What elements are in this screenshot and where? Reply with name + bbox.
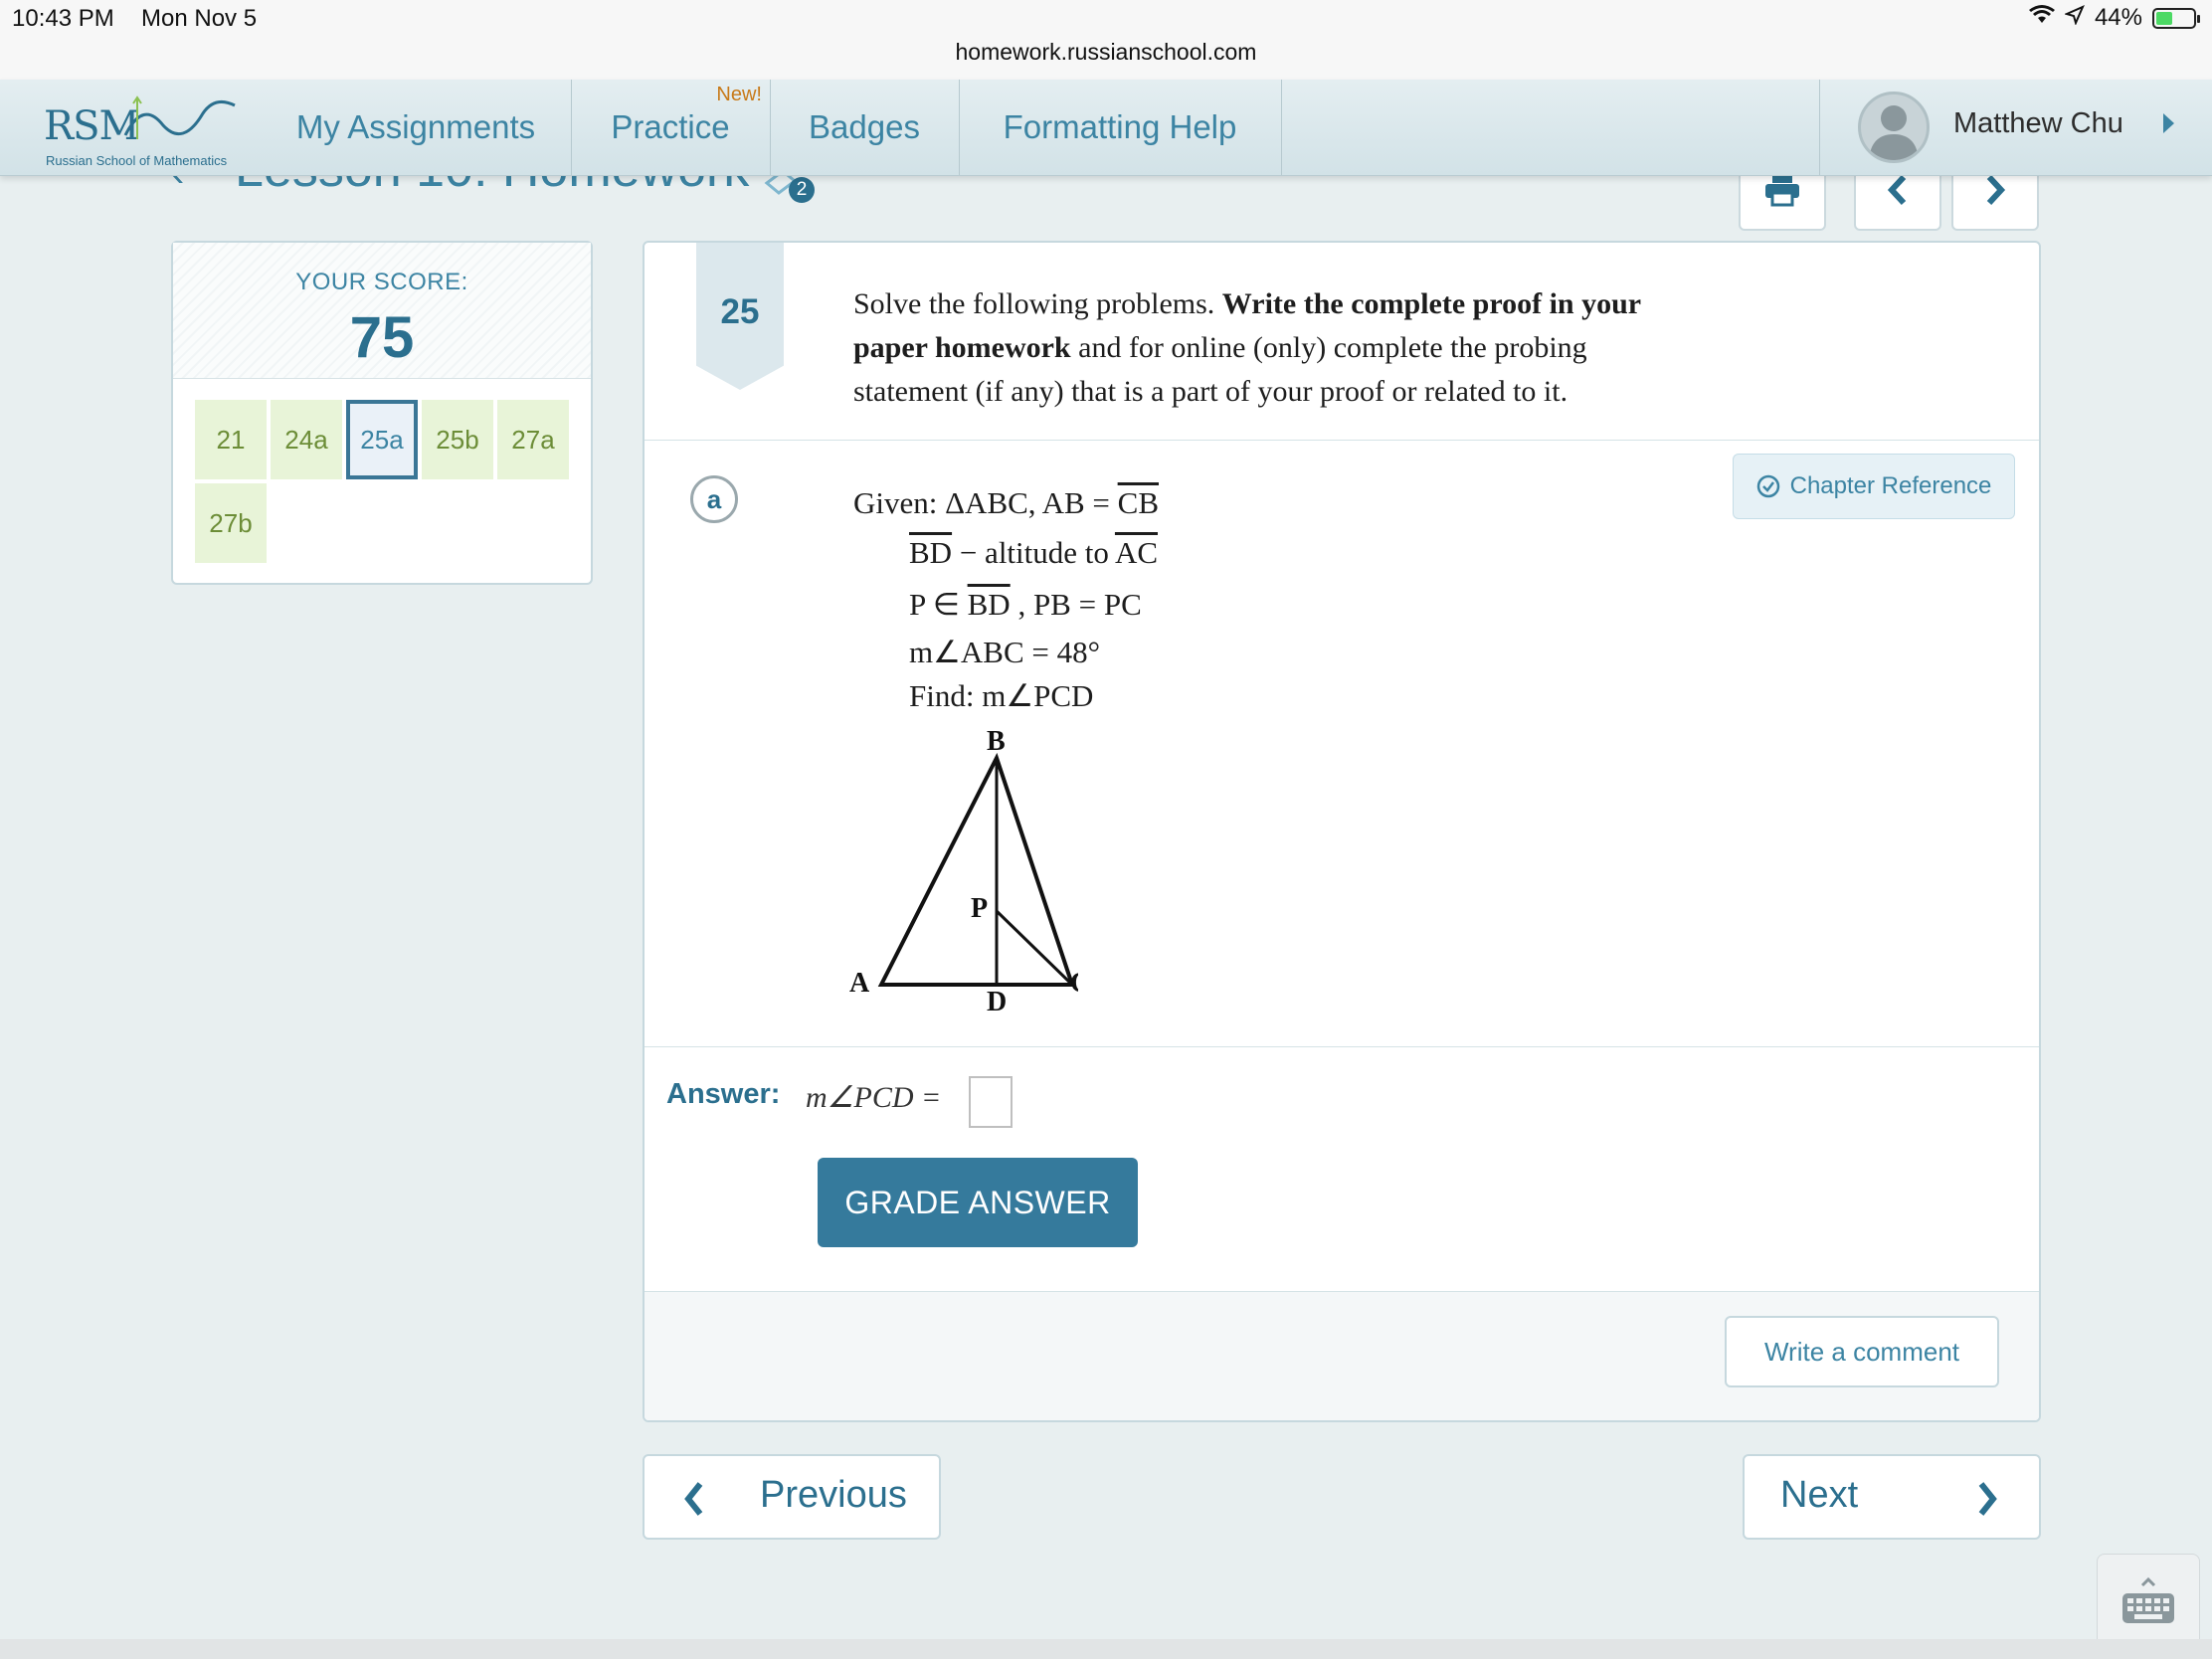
- problem-instructions: Solve the following problems. Write the …: [853, 282, 1709, 414]
- user-menu[interactable]: Matthew Chu: [1819, 80, 2212, 175]
- find-line: Find: m∠PCD: [909, 678, 1094, 713]
- status-indicators: 44%: [2028, 4, 2200, 32]
- chip-label: 21: [216, 424, 246, 455]
- answer-expression: m∠PCD =: [806, 1081, 942, 1114]
- altitude-line: BD − altitude to AC: [909, 535, 1158, 571]
- badge-count: 2: [789, 177, 815, 203]
- chip-label: 25a: [360, 424, 404, 455]
- status-time: 10:43 PM: [12, 5, 114, 32]
- problem-chip-27b[interactable]: 27b: [195, 483, 267, 563]
- score-card: YOUR SCORE: 75 21 24a 25a 25b 27a 27b: [171, 241, 593, 585]
- comment-area: Write a comment: [645, 1291, 2039, 1420]
- url-bar[interactable]: homework.russianschool.com: [0, 39, 2212, 66]
- nav-label: My Assignments: [295, 108, 536, 145]
- label-b: B: [987, 726, 1006, 757]
- nav-formatting-help[interactable]: Formatting Help: [959, 80, 1282, 175]
- instructions-text: Solve the following problems.: [853, 287, 1222, 320]
- point-text: P ∈: [909, 587, 968, 622]
- problem-panel: 25 Solve the following problems. Write t…: [643, 241, 2041, 1422]
- label-a: A: [849, 968, 870, 999]
- chevron-right-icon: [1978, 1482, 1997, 1516]
- rsm-logo[interactable]: RSM Russian School of Mathematics: [40, 90, 239, 168]
- next-button[interactable]: Next: [1743, 1454, 2041, 1540]
- nav-label: Badges: [809, 108, 920, 145]
- next-label: Next: [1780, 1474, 1859, 1516]
- keyboard-icon: [2122, 1576, 2174, 1623]
- nav-label: Practice: [611, 108, 730, 145]
- previous-button[interactable]: Previous: [643, 1454, 941, 1540]
- status-date: Mon Nov 5: [141, 5, 258, 32]
- chip-label: 24a: [284, 424, 328, 455]
- label-c: C: [1070, 968, 1078, 999]
- chevron-left-icon: [684, 1482, 703, 1516]
- keyboard-button[interactable]: [2097, 1554, 2200, 1649]
- bottom-strip: [0, 1639, 2212, 1659]
- chevron-right-icon: [1986, 174, 2006, 206]
- problem-chip-25b[interactable]: 25b: [422, 400, 493, 479]
- chip-label: 27b: [209, 507, 253, 538]
- problem-chip-25a[interactable]: 25a: [346, 400, 418, 479]
- write-comment-button[interactable]: Write a comment: [1725, 1316, 1999, 1387]
- point-line: P ∈ BD , PB = PC: [909, 587, 1142, 623]
- segment-bd: BD: [909, 535, 953, 570]
- grade-answer-button[interactable]: GRADE ANSWER: [818, 1158, 1138, 1247]
- triangle-abc: [877, 752, 1075, 987]
- chip-label: 25b: [436, 424, 479, 455]
- user-name: Matthew Chu: [1953, 107, 2123, 139]
- chapter-reference-button[interactable]: Chapter Reference: [1733, 454, 2015, 519]
- avatar: [1858, 92, 1930, 163]
- divider: [645, 1046, 2039, 1047]
- nav-practice[interactable]: Practice New!: [571, 80, 771, 175]
- score-label: YOUR SCORE:: [295, 269, 468, 295]
- label-p: P: [971, 893, 988, 924]
- problem-chip-21[interactable]: 21: [195, 400, 267, 479]
- label-d: D: [987, 987, 1007, 1017]
- wifi-icon: [2028, 4, 2055, 32]
- previous-label: Previous: [760, 1474, 907, 1516]
- logo-wave-icon: [123, 95, 236, 139]
- chapter-reference-label: Chapter Reference: [1789, 472, 1992, 499]
- new-badge: New!: [716, 84, 762, 105]
- battery-icon: [2152, 7, 2200, 29]
- problem-chip-27a[interactable]: 27a: [497, 400, 569, 479]
- divider: [645, 440, 2039, 441]
- given-line: Given: ΔABC, AB = CB: [853, 485, 1159, 521]
- score-header: YOUR SCORE: 75: [173, 243, 591, 379]
- segment-ac: AC: [1114, 535, 1159, 570]
- problem-number: 25: [720, 292, 760, 331]
- location-icon: [2064, 4, 2085, 32]
- top-navigation: RSM Russian School of Mathematics My Ass…: [0, 80, 2212, 176]
- status-bar: 10:43 PM Mon Nov 5 homework.russianschoo…: [0, 0, 2212, 81]
- nav-label: Formatting Help: [1003, 108, 1237, 145]
- nav-badges[interactable]: Badges: [770, 80, 960, 175]
- caret-right-icon: [2163, 113, 2174, 133]
- answer-label: Answer:: [666, 1078, 781, 1110]
- score-value: 75: [349, 305, 415, 370]
- answer-input[interactable]: [969, 1076, 1013, 1128]
- battery-percent: 44%: [2094, 4, 2142, 31]
- nav-my-assignments[interactable]: My Assignments: [261, 80, 572, 175]
- given-text: Given: ΔABC, AB =: [853, 485, 1118, 520]
- check-circle-icon: [1756, 474, 1779, 498]
- triangle-diagram: B P A D C: [849, 726, 1078, 1017]
- point-text-tail: , PB = PC: [1010, 587, 1142, 622]
- printer-icon: [1765, 175, 1799, 207]
- problem-chip-24a[interactable]: 24a: [271, 400, 342, 479]
- chip-label: 27a: [511, 424, 555, 455]
- altitude-text: − altitude to: [952, 535, 1115, 570]
- angle-line: m∠ABC = 48°: [909, 635, 1101, 669]
- user-silhouette-icon: [1869, 105, 1919, 160]
- segment-bd: BD: [967, 587, 1011, 622]
- logo-subtitle: Russian School of Mathematics: [46, 153, 228, 168]
- part-label: a: [690, 475, 738, 523]
- chevron-left-icon: [1887, 174, 1907, 206]
- given-segment: CB: [1117, 485, 1159, 520]
